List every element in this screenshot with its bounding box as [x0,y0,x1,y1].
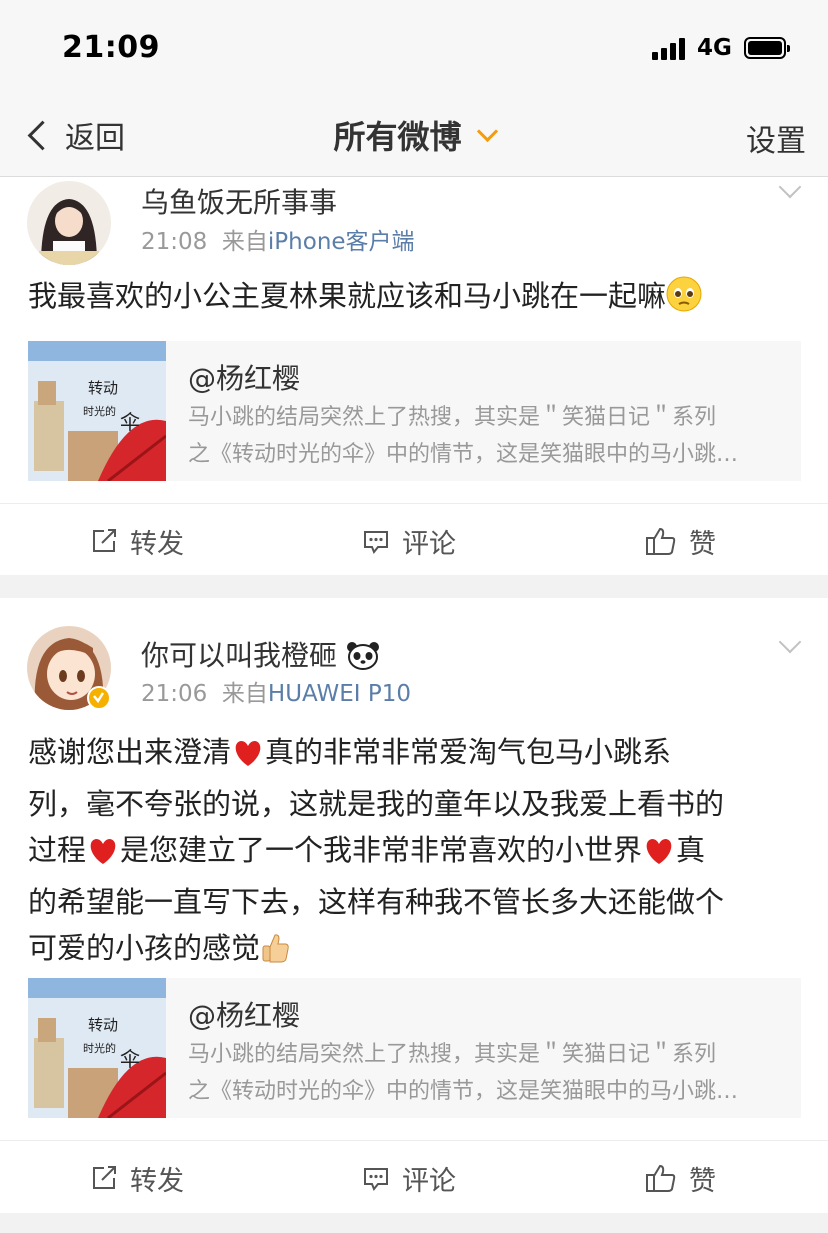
thumbs-up-emoji-icon [260,931,290,977]
repost-icon [93,1166,116,1189]
comment-label: 评论 [402,1165,456,1197]
repost-label: 转发 [130,528,184,560]
post-text-segment: 的希望能一直写下去，这样有种我不管长多大还能做个 [28,885,725,919]
post-menu-chevron-icon[interactable] [778,175,802,199]
post-actions: 转发 评论 赞 [0,503,828,578]
post-text-segment: 可爱的小孩的感觉 [28,931,261,965]
post-source[interactable]: iPhone客户端 [268,229,415,255]
post-actions: 转发 评论 赞 [0,1140,828,1215]
post-text-segment: 真 [676,833,706,867]
repost-button[interactable]: 转发 [90,504,184,578]
post-meta: 21:06 来自HUAWEI P10 [141,674,411,708]
heart-emoji-icon [231,735,265,781]
heart-emoji-icon [86,833,120,879]
svg-text:时光的: 时光的 [83,1041,116,1055]
thumbs-up-icon [646,1164,676,1192]
linked-article-card[interactable]: 转动 时光的 伞 @杨红樱 马小跳的结局突然上了热搜，其实是＂笑猫日记＂系列 之… [28,978,801,1118]
source-prefix: 来自 [221,229,268,255]
post-card[interactable]: 乌鱼饭无所事事 21:08 来自iPhone客户端 我最喜欢的小公主夏林果就应该… [0,175,828,578]
like-button[interactable]: 赞 [645,1141,716,1215]
thumbs-up-icon [646,527,676,555]
article-desc-line: 马小跳的结局突然上了热搜，其实是＂笑猫日记＂系列 [188,1042,717,1067]
article-thumbnail: 转动 时光的 伞 [28,341,166,481]
article-title: @杨红樱 [188,362,301,395]
battery-icon [744,37,790,59]
feed-filter-dropdown[interactable]: 所有微博 [0,112,828,158]
linked-article-card[interactable]: 转动 时光的 伞 @杨红樱 马小跳的结局突然上了热搜，其实是＂笑猫日记＂系列 之… [28,341,801,481]
article-description: 马小跳的结局突然上了热搜，其实是＂笑猫日记＂系列 之《转动时光的伞》中的情节，这… [188,399,788,473]
post-source[interactable]: HUAWEI P10 [268,681,411,707]
article-desc-line: 马小跳的结局突然上了热搜，其实是＂笑猫日记＂系列 [188,405,717,430]
article-desc-line: 之《转动时光的伞》中的情节，这是笑猫眼中的马小跳… [188,1079,739,1104]
thumb-title-text: 转动 [88,379,118,397]
comment-icon [364,531,388,554]
network-type: 4G [697,35,732,61]
status-time: 21:09 [62,30,160,65]
comment-button[interactable]: 评论 [362,504,456,578]
post-card[interactable]: 你可以叫我橙砸 21:06 来自HUAWEI P10 感谢您出来澄清 真的非常非常… [0,598,828,1213]
signal-icon [652,38,690,60]
post-menu-chevron-icon[interactable] [778,630,802,654]
article-title: @杨红樱 [188,999,301,1032]
status-bar: 21:09 4G [0,0,828,100]
comment-label: 评论 [402,528,456,560]
post-text-segment: 过程 [28,833,87,867]
panda-emoji-icon [346,641,380,678]
svg-text:时光的: 时光的 [83,404,116,418]
verified-badge-icon [87,686,111,710]
author-name[interactable]: 乌鱼饭无所事事 [141,181,337,221]
author-name-text: 你可以叫我橙砸 [141,639,338,672]
page-title: 所有微博 [333,118,462,156]
chevron-down-icon [476,120,498,143]
source-prefix: 来自 [221,681,268,707]
article-thumbnail: 转动 时光的 伞 [28,978,166,1118]
author-name[interactable]: 你可以叫我橙砸 [141,634,380,678]
comment-icon [364,1168,388,1191]
pleading-emoji-icon [666,276,702,325]
repost-button[interactable]: 转发 [90,1141,184,1215]
post-meta: 21:08 来自iPhone客户端 [141,222,415,256]
like-label: 赞 [689,1165,716,1197]
settings-button[interactable]: 设置 [746,116,806,160]
post-text-segment: 感谢您出来澄清 [28,735,232,769]
article-desc-line: 之《转动时光的伞》中的情节，这是笑猫眼中的马小跳… [188,442,739,467]
repost-label: 转发 [130,1165,184,1197]
post-time: 21:06 [141,681,208,707]
avatar[interactable] [27,181,111,265]
svg-text:转动: 转动 [88,1016,118,1034]
post-text-segment: 列，毫不夸张的说，这就是我的童年以及我爱上看书的 [28,787,725,821]
comment-button[interactable]: 评论 [362,1141,456,1215]
post-text-segment: 是您建立了一个我非常非常喜欢的小世界 [120,833,643,867]
post-text-content: 我最喜欢的小公主夏林果就应该和马小跳在一起嘛 [28,279,667,313]
heart-emoji-icon [642,833,676,879]
svg-text:伞: 伞 [120,410,140,434]
like-label: 赞 [689,528,716,560]
post-text: 感谢您出来澄清 真的非常非常爱淘气包马小跳系 列，毫不夸张的说，这就是我的童年以及… [28,729,802,977]
repost-icon [93,529,116,552]
svg-text:伞: 伞 [120,1047,140,1071]
post-text-segment: 真的非常非常爱淘气包马小跳系 [265,735,672,769]
nav-bar: 返回 所有微博 设置 [0,100,828,177]
post-time: 21:08 [141,229,208,255]
like-button[interactable]: 赞 [645,504,716,578]
article-description: 马小跳的结局突然上了热搜，其实是＂笑猫日记＂系列 之《转动时光的伞》中的情节，这… [188,1036,788,1110]
post-text: 我最喜欢的小公主夏林果就应该和马小跳在一起嘛 [28,273,802,325]
